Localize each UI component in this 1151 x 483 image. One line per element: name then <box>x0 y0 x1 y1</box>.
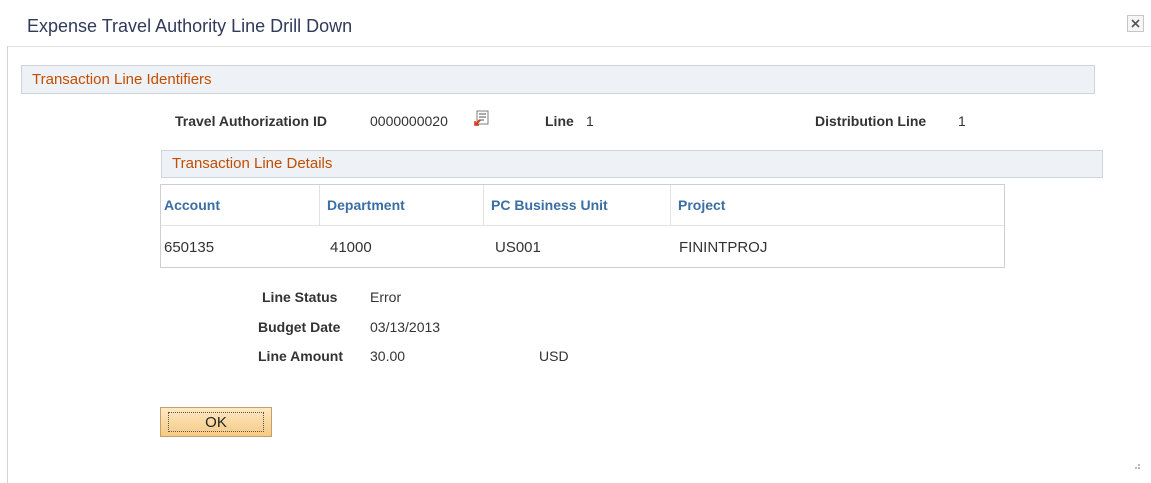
distribution-line-value: 1 <box>958 113 966 129</box>
line-label: Line <box>545 113 574 129</box>
cell-project: FININTPROJ <box>679 239 768 256</box>
dialog-title: Expense Travel Authority Line Drill Down <box>27 16 353 36</box>
grid-header-row: Account Department PC Business Unit Proj… <box>161 185 1004 226</box>
line-status-label: Line Status <box>262 289 338 305</box>
table-row: 650135 41000 US001 FININTPROJ <box>161 225 1004 267</box>
column-divider <box>483 185 484 225</box>
column-header-project: Project <box>678 197 726 213</box>
column-divider <box>670 185 671 225</box>
close-button[interactable] <box>1127 15 1144 32</box>
details-group-header: Transaction Line Details <box>161 150 1103 178</box>
budget-date-value: 03/13/2013 <box>370 319 441 335</box>
ok-button-label: OK <box>168 412 264 432</box>
identifiers-group-header: Transaction Line Identifiers <box>21 65 1095 94</box>
column-divider <box>319 185 320 225</box>
close-icon <box>1131 19 1140 28</box>
cell-department: 41000 <box>330 239 372 256</box>
travel-auth-id-label: Travel Authorization ID <box>175 113 327 129</box>
currency-code: USD <box>539 348 569 364</box>
column-header-pc-business-unit: PC Business Unit <box>491 197 608 213</box>
title-divider <box>7 46 1151 47</box>
document-lookup-icon[interactable] <box>474 109 492 127</box>
cell-pc-business-unit: US001 <box>495 239 541 256</box>
distribution-line-label: Distribution Line <box>815 113 927 129</box>
column-header-department: Department <box>327 197 405 213</box>
details-grid: Account Department PC Business Unit Proj… <box>160 184 1005 268</box>
dialog-left-border <box>7 46 8 483</box>
travel-auth-id-value: 0000000020 <box>370 113 448 129</box>
cell-account: 650135 <box>164 239 215 256</box>
column-header-account: Account <box>164 197 220 213</box>
line-amount-label: Line Amount <box>258 348 344 364</box>
ok-button[interactable]: OK <box>160 407 272 437</box>
budget-date-label: Budget Date <box>258 319 341 335</box>
line-status-value: Error <box>370 289 402 305</box>
resize-grip-icon[interactable] <box>1128 460 1142 474</box>
line-value: 1 <box>586 113 594 129</box>
line-amount-value: 30.00 <box>370 348 406 364</box>
